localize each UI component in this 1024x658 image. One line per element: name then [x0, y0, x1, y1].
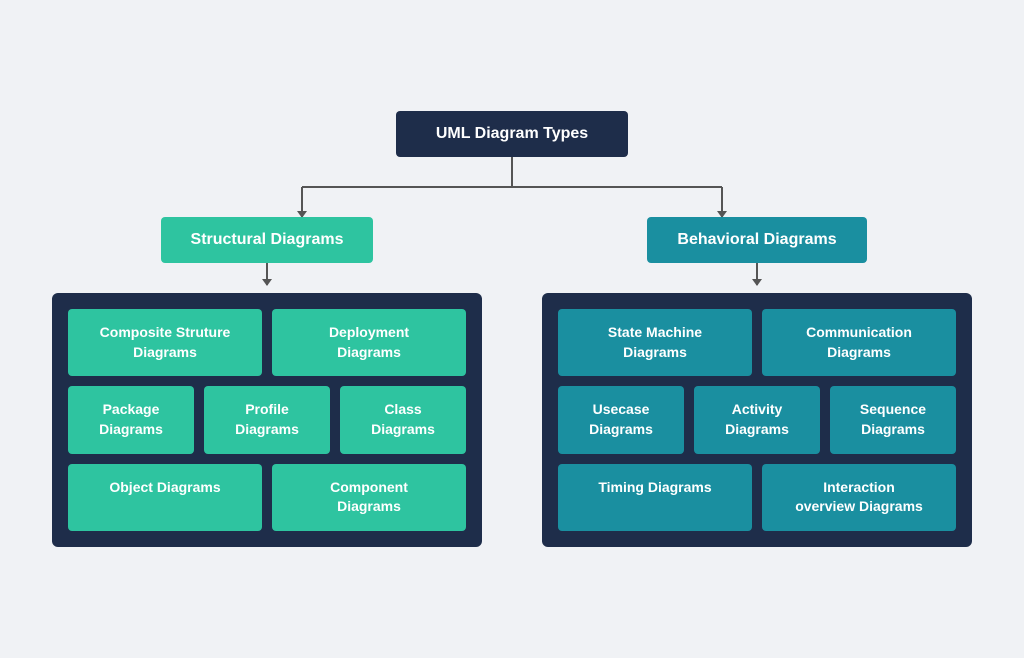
package-diagrams: PackageDiagrams [68, 386, 194, 453]
diagram-container: UML Diagram Types Structural Diagrams [32, 91, 992, 567]
usecase-diagrams: UsecaseDiagrams [558, 386, 684, 453]
branches-row: Structural Diagrams Composite StrutureDi… [42, 217, 982, 547]
class-diagrams: ClassDiagrams [340, 386, 466, 453]
root-connector-svg [232, 157, 792, 217]
structural-row3: Object Diagrams ComponentDiagrams [68, 464, 466, 531]
state-machine-diagrams: State MachineDiagrams [558, 309, 752, 376]
activity-diagrams: ActivityDiagrams [694, 386, 820, 453]
behavioral-row3: Timing Diagrams Interactionoverview Diag… [558, 464, 956, 531]
structural-row1: Composite StrutureDiagrams DeploymentDia… [68, 309, 466, 376]
interaction-overview-diagrams: Interactionoverview Diagrams [762, 464, 956, 531]
component-diagrams: ComponentDiagrams [272, 464, 466, 531]
structural-branch: Structural Diagrams Composite StrutureDi… [52, 217, 482, 547]
timing-diagrams: Timing Diagrams [558, 464, 752, 531]
behavioral-container: State MachineDiagrams CommunicationDiagr… [542, 293, 972, 547]
root-node: UML Diagram Types [396, 111, 628, 157]
structural-container: Composite StrutureDiagrams DeploymentDia… [52, 293, 482, 547]
behavioral-v-connector [756, 263, 758, 293]
deployment-diagrams: DeploymentDiagrams [272, 309, 466, 376]
structural-v-connector [266, 263, 268, 293]
sequence-diagrams: SequenceDiagrams [830, 386, 956, 453]
behavioral-row1: State MachineDiagrams CommunicationDiagr… [558, 309, 956, 376]
communication-diagrams: CommunicationDiagrams [762, 309, 956, 376]
object-diagrams: Object Diagrams [68, 464, 262, 531]
structural-node: Structural Diagrams [161, 217, 374, 263]
composite-structure-diagrams: Composite StrutureDiagrams [68, 309, 262, 376]
profile-diagrams: ProfileDiagrams [204, 386, 330, 453]
behavioral-row2: UsecaseDiagrams ActivityDiagrams Sequenc… [558, 386, 956, 453]
behavioral-branch: Behavioral Diagrams State MachineDiagram… [542, 217, 972, 547]
behavioral-node: Behavioral Diagrams [647, 217, 866, 263]
structural-row2: PackageDiagrams ProfileDiagrams ClassDia… [68, 386, 466, 453]
